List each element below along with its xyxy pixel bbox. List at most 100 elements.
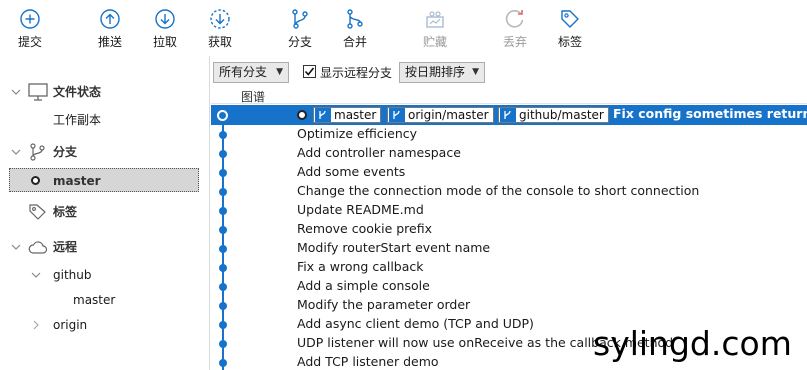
- stash-icon: [426, 11, 444, 28]
- merge-icon: [347, 9, 363, 29]
- commit-message: Add TCP listener demo: [297, 354, 439, 369]
- commit-message: Fix config sometimes returns an: [613, 106, 807, 121]
- plus-circle-icon: [20, 9, 40, 29]
- sidebar-remotes-label: 远程: [53, 240, 78, 254]
- commit-button[interactable]: 提交: [2, 6, 58, 54]
- commit-row[interactable]: Remove cookie prefix: [211, 220, 807, 239]
- commit-row[interactable]: Change the connection mode of the consol…: [211, 182, 807, 201]
- graph-node-icon: [219, 283, 227, 291]
- sidebar-tags-label: 标签: [53, 205, 78, 219]
- fetch-button[interactable]: 获取: [192, 6, 248, 54]
- sidebar-working-copy-label: 工作副本: [53, 113, 102, 127]
- push-button[interactable]: 推送: [82, 6, 138, 54]
- show-remote-label[interactable]: 显示远程分支: [320, 64, 392, 81]
- branch-icon: [292, 9, 308, 29]
- graph-node-icon: [219, 131, 227, 139]
- sidebar-group-tags[interactable]: 标签: [0, 200, 210, 224]
- graph-node-icon: [219, 340, 227, 348]
- branch-button[interactable]: 分支: [272, 6, 328, 54]
- commit-row[interactable]: Add some events: [211, 163, 807, 182]
- tag-icon: [29, 204, 46, 220]
- arrow-down-circle-icon: [155, 9, 175, 29]
- graph-node-icon: [219, 245, 227, 253]
- branch-icon: [315, 108, 331, 122]
- commit-row[interactable]: Modify routerStart event name: [211, 239, 807, 258]
- commit-row[interactable]: Add controller namespace: [211, 144, 807, 163]
- commit-row[interactable]: Optimize efficiency: [211, 125, 807, 144]
- commit-message: Modify the parameter order: [297, 297, 471, 312]
- commit-row[interactable]: Add a simple console: [211, 277, 807, 296]
- chevron-right-icon[interactable]: [30, 313, 42, 337]
- ref-tag-origin-master[interactable]: origin/master: [387, 107, 494, 123]
- toolbar: 提交 推送 拉取 获取 分支 合并 贮藏 丢弃 标签: [0, 0, 807, 56]
- pull-button[interactable]: 拉取: [137, 6, 193, 54]
- commit-message: Change the connection mode of the consol…: [297, 183, 700, 198]
- sidebar-group-file-status[interactable]: 文件状态: [0, 80, 210, 104]
- commit-message: Add a simple console: [297, 278, 430, 293]
- sidebar-item-remote-origin[interactable]: origin: [0, 313, 210, 337]
- fetch-label: 获取: [207, 35, 232, 49]
- merge-button[interactable]: 合并: [327, 6, 383, 54]
- checkmark-icon: [304, 67, 315, 76]
- current-branch-icon: [31, 176, 40, 185]
- show-remote-checkbox[interactable]: [303, 65, 316, 78]
- graph-node-icon: [219, 264, 227, 272]
- chevron-down-icon[interactable]: [10, 235, 22, 259]
- push-label: 推送: [97, 35, 122, 49]
- sidebar-github-master-label: master: [73, 293, 116, 307]
- commit-message: Add some events: [297, 164, 406, 179]
- sidebar-item-working-copy[interactable]: 工作副本: [0, 108, 210, 132]
- cloud-icon: [28, 241, 48, 254]
- tag-icon: [561, 10, 579, 28]
- sidebar-github-label: github: [53, 268, 92, 282]
- sidebar: 文件状态 工作副本 分支 master 标签 远程 github master …: [0, 56, 210, 370]
- sidebar-group-remotes[interactable]: 远程: [0, 235, 210, 259]
- monitor-icon: [28, 83, 48, 101]
- ref-tag-master[interactable]: master: [313, 107, 382, 123]
- sidebar-item-master[interactable]: master: [9, 168, 199, 192]
- branch-icon: [500, 108, 516, 122]
- ref-tag-label: master: [334, 108, 377, 122]
- tag-button[interactable]: 标签: [542, 6, 598, 54]
- discard-button[interactable]: 丢弃: [487, 6, 543, 54]
- tag-label: 标签: [557, 35, 582, 49]
- discard-label: 丢弃: [502, 35, 527, 49]
- chevron-down-icon[interactable]: [30, 263, 42, 287]
- commit-row[interactable]: Modify the parameter order: [211, 296, 807, 315]
- ref-tag-github-master[interactable]: github/master: [498, 107, 609, 123]
- sort-select[interactable]: 按日期排序 ▼: [399, 62, 485, 83]
- ref-tag-label: github/master: [519, 108, 604, 122]
- sidebar-file-status-label: 文件状态: [53, 85, 102, 99]
- graph-node-icon: [219, 150, 227, 158]
- arrow-up-circle-icon: [100, 9, 120, 29]
- stash-label: 贮藏: [422, 35, 447, 49]
- commit-row-selected[interactable]: master origin/master github/master Fix c…: [211, 105, 807, 125]
- branch-icon: [30, 143, 45, 161]
- commit-message: Update README.md: [297, 202, 424, 217]
- sidebar-item-github-master[interactable]: master: [0, 288, 210, 312]
- sidebar-item-remote-github[interactable]: github: [0, 263, 210, 287]
- filter-bar: 所有分支 ▼ 显示远程分支 按日期排序 ▼: [211, 60, 807, 84]
- sidebar-group-branches[interactable]: 分支: [0, 140, 210, 164]
- commit-message: Add controller namespace: [297, 145, 461, 160]
- branch-filter-value: 所有分支: [219, 65, 268, 79]
- watermark: sylingd.com: [593, 324, 792, 363]
- sidebar-branches-label: 分支: [53, 145, 78, 159]
- merge-label: 合并: [342, 35, 367, 49]
- chevron-down-icon[interactable]: [10, 80, 22, 104]
- commit-row[interactable]: Fix a wrong callback: [211, 258, 807, 277]
- graph-node-icon: [219, 302, 227, 310]
- commit-message: Fix a wrong callback: [297, 259, 424, 274]
- graph-node-icon: [219, 188, 227, 196]
- sort-value: 按日期排序: [405, 65, 466, 79]
- chevron-down-icon[interactable]: [10, 140, 22, 164]
- stash-button[interactable]: 贮藏: [407, 6, 463, 54]
- branch-filter-select[interactable]: 所有分支 ▼: [213, 62, 289, 83]
- commit-message: Remove cookie prefix: [297, 221, 433, 236]
- graph-node-icon: [219, 321, 227, 329]
- commit-label: 提交: [17, 35, 42, 49]
- pull-label: 拉取: [152, 35, 177, 49]
- ref-tag-label: origin/master: [408, 108, 489, 122]
- commit-row[interactable]: Update README.md: [211, 201, 807, 220]
- graph-column-header[interactable]: 图谱: [211, 86, 807, 104]
